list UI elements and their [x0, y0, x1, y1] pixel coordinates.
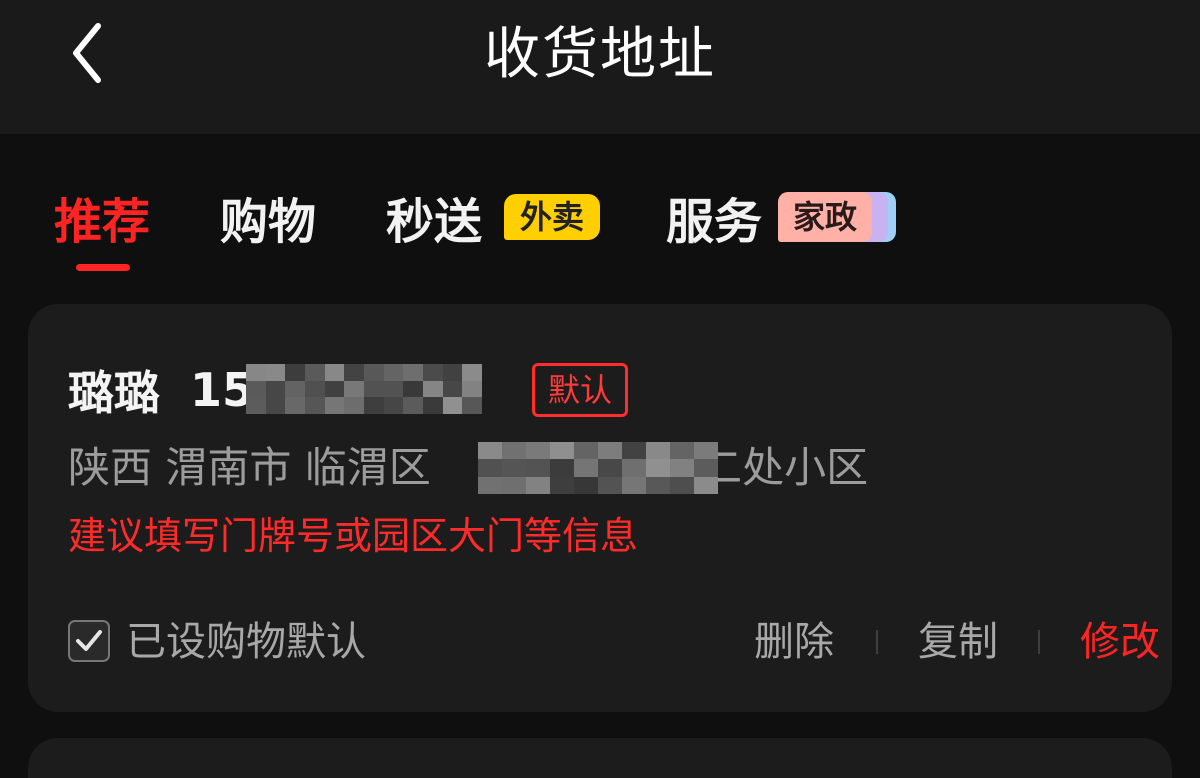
redaction-pixel	[363, 397, 384, 414]
redaction-pixel	[324, 397, 345, 414]
redaction-pixel	[502, 459, 526, 477]
redaction-pixel	[646, 442, 670, 460]
redaction-pixel	[304, 364, 325, 381]
housekeeping-badge-label: 家政	[778, 192, 872, 242]
address-redaction	[478, 442, 718, 494]
redaction-pixel	[670, 459, 694, 477]
redaction-pixel	[694, 476, 718, 494]
tab-shopping[interactable]: 购物	[220, 192, 316, 252]
redaction-pixel	[574, 476, 598, 494]
redaction-pixel	[363, 380, 384, 398]
redaction-pixel	[403, 364, 423, 381]
address-hint: 建议填写门牌号或园区大门等信息	[68, 514, 639, 558]
redaction-pixel	[622, 442, 646, 460]
redaction-pixel	[526, 476, 550, 494]
takeout-badge: 外卖	[504, 194, 600, 240]
redaction-pixel	[304, 380, 325, 398]
redaction-pixel	[246, 380, 266, 398]
redaction-pixel	[285, 397, 305, 414]
redaction-pixel	[478, 459, 502, 477]
redaction-pixel	[622, 459, 646, 477]
redaction-pixel	[646, 476, 670, 494]
redaction-pixel	[363, 364, 384, 381]
redaction-pixel	[502, 476, 526, 494]
redaction-pixel	[403, 380, 423, 398]
phone-number: 15 86	[190, 360, 530, 420]
redaction-pixel	[550, 442, 574, 460]
redaction-pixel	[344, 397, 364, 414]
redaction-pixel	[324, 380, 345, 398]
redaction-pixel	[265, 364, 286, 381]
redaction-pixel	[574, 442, 598, 460]
redaction-pixel	[550, 459, 574, 477]
contact-row: 璐璐 15 86 默认	[68, 360, 628, 420]
copy-button[interactable]: 复制	[918, 612, 998, 672]
default-badge: 默认	[532, 363, 628, 417]
redaction-pixel	[344, 380, 364, 398]
redaction-pixel	[550, 476, 574, 494]
redaction-pixel	[344, 364, 364, 381]
redaction-pixel	[598, 442, 622, 460]
shopping-default-checkbox[interactable]	[68, 620, 110, 662]
redaction-pixel	[462, 397, 482, 414]
redaction-pixel	[246, 364, 266, 381]
redaction-pixel	[502, 442, 526, 460]
top-bar: 收货地址	[0, 0, 1200, 134]
redaction-pixel	[462, 364, 482, 381]
recipient-name: 璐璐	[68, 366, 160, 420]
redaction-pixel	[324, 364, 345, 381]
page-title: 收货地址	[484, 22, 716, 87]
redaction-pixel	[383, 397, 404, 414]
active-tab-indicator	[76, 264, 130, 271]
redaction-pixel	[526, 459, 550, 477]
address-tabs: 推荐 购物 秒送 外卖 服务 家政	[0, 134, 1200, 300]
checkmark-icon	[76, 630, 102, 651]
tab-recommend[interactable]: 推荐	[54, 192, 150, 252]
redaction-pixel	[285, 364, 305, 381]
redaction-pixel	[694, 442, 718, 460]
delete-button[interactable]: 删除	[754, 612, 834, 672]
redaction-pixel	[442, 380, 463, 398]
next-address-card[interactable]	[28, 738, 1172, 778]
action-divider	[876, 630, 878, 654]
redaction-pixel	[442, 364, 463, 381]
address-region: 陕西 渭南市 临渭区	[68, 443, 445, 492]
redaction-pixel	[622, 476, 646, 494]
redaction-pixel	[442, 397, 463, 414]
redaction-pixel	[670, 476, 694, 494]
redaction-pixel	[403, 397, 423, 414]
redaction-pixel	[246, 397, 266, 414]
redaction-pixel	[478, 442, 502, 460]
redaction-pixel	[422, 364, 443, 381]
redaction-pixel	[670, 442, 694, 460]
address-tail: 二处小区	[700, 443, 869, 492]
redaction-pixel	[383, 364, 404, 381]
redaction-pixel	[478, 476, 502, 494]
redaction-pixel	[646, 459, 670, 477]
redaction-pixel	[422, 380, 443, 398]
redaction-pixel	[598, 476, 622, 494]
redaction-pixel	[383, 380, 404, 398]
redaction-pixel	[422, 397, 443, 414]
tab-express[interactable]: 秒送	[386, 192, 482, 252]
redaction-pixel	[574, 459, 598, 477]
redaction-pixel	[304, 397, 325, 414]
redaction-pixel	[694, 459, 718, 477]
redaction-pixel	[598, 459, 622, 477]
redaction-pixel	[462, 380, 482, 398]
housekeeping-badge: 家政	[772, 192, 900, 246]
shopping-default-label: 已设购物默认	[126, 619, 366, 665]
redaction-pixel	[265, 397, 286, 414]
redaction-pixel	[265, 380, 286, 398]
edit-button[interactable]: 修改	[1080, 612, 1160, 672]
address-card[interactable]: 璐璐 15 86 默认 陕西 渭南市 临渭区 二处小区 建议填写门牌号或园区大门…	[28, 304, 1172, 712]
redaction-pixel	[285, 380, 305, 398]
redaction-pixel	[526, 442, 550, 460]
action-divider	[1038, 630, 1040, 654]
tab-service[interactable]: 服务	[666, 192, 762, 252]
phone-redaction	[246, 364, 482, 414]
card-footer: 已设购物默认 删除 复制 修改	[68, 612, 1160, 672]
